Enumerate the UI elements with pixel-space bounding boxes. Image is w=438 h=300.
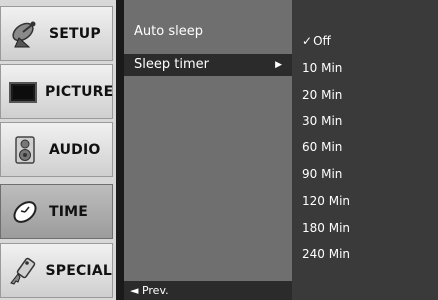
menu-divider (116, 0, 124, 300)
checkmark-icon: ✓ (302, 34, 313, 48)
speaker-icon (7, 132, 43, 168)
menu-item-time[interactable]: TIME (0, 184, 113, 239)
option-90-min[interactable]: 90 Min (302, 163, 432, 185)
key-tag-icon (7, 253, 39, 289)
option-label: 120 Min (302, 194, 351, 208)
option-180-min[interactable]: 180 Min (302, 217, 432, 239)
option-10-min[interactable]: 10 Min (302, 57, 432, 79)
menu-item-picture[interactable]: PICTURE (0, 64, 113, 119)
option-label: 240 Min (302, 247, 351, 261)
sleep-timer-options: ✓Off 10 Min 20 Min 30 Min 60 Min 90 Min … (292, 0, 438, 300)
option-label: Off (313, 34, 331, 48)
option-240-min[interactable]: 240 Min (302, 243, 432, 265)
arrow-right-icon: ▶ (275, 60, 282, 70)
option-off[interactable]: ✓Off (302, 30, 432, 52)
menu-item-label: AUDIO (49, 141, 101, 158)
submenu-item-auto-sleep[interactable]: Auto sleep (124, 21, 292, 43)
main-menu-sidebar: SETUP PICTURE AUDIO TIME SPECIAL (0, 0, 116, 300)
option-label: 10 Min (302, 61, 343, 75)
tv-screen-icon (7, 74, 39, 110)
option-label: 90 Min (302, 167, 343, 181)
option-label: 60 Min (302, 140, 343, 154)
option-120-min[interactable]: 120 Min (302, 190, 432, 212)
option-60-min[interactable]: 60 Min (302, 136, 432, 158)
option-label: 30 Min (302, 114, 343, 128)
prev-button[interactable]: ◄ Prev. (124, 281, 292, 300)
menu-item-label: TIME (49, 203, 89, 220)
time-submenu: Auto sleep Sleep timer ▶ ◄ Prev. (124, 0, 292, 300)
menu-item-label: SETUP (49, 25, 101, 42)
option-30-min[interactable]: 30 Min (302, 110, 432, 132)
menu-item-label: PICTURE (45, 83, 114, 100)
clock-icon (7, 194, 43, 230)
submenu-item-label: Auto sleep (134, 24, 203, 39)
satellite-dish-icon (7, 16, 43, 52)
menu-item-audio[interactable]: AUDIO (0, 122, 113, 177)
menu-item-label: SPECIAL (45, 262, 112, 279)
option-20-min[interactable]: 20 Min (302, 84, 432, 106)
menu-item-special[interactable]: SPECIAL (0, 243, 113, 298)
menu-item-setup[interactable]: SETUP (0, 6, 113, 61)
option-label: 20 Min (302, 88, 343, 102)
submenu-item-sleep-timer[interactable]: Sleep timer ▶ (124, 54, 292, 76)
submenu-item-label: Sleep timer (134, 57, 209, 72)
option-label: 180 Min (302, 221, 351, 235)
